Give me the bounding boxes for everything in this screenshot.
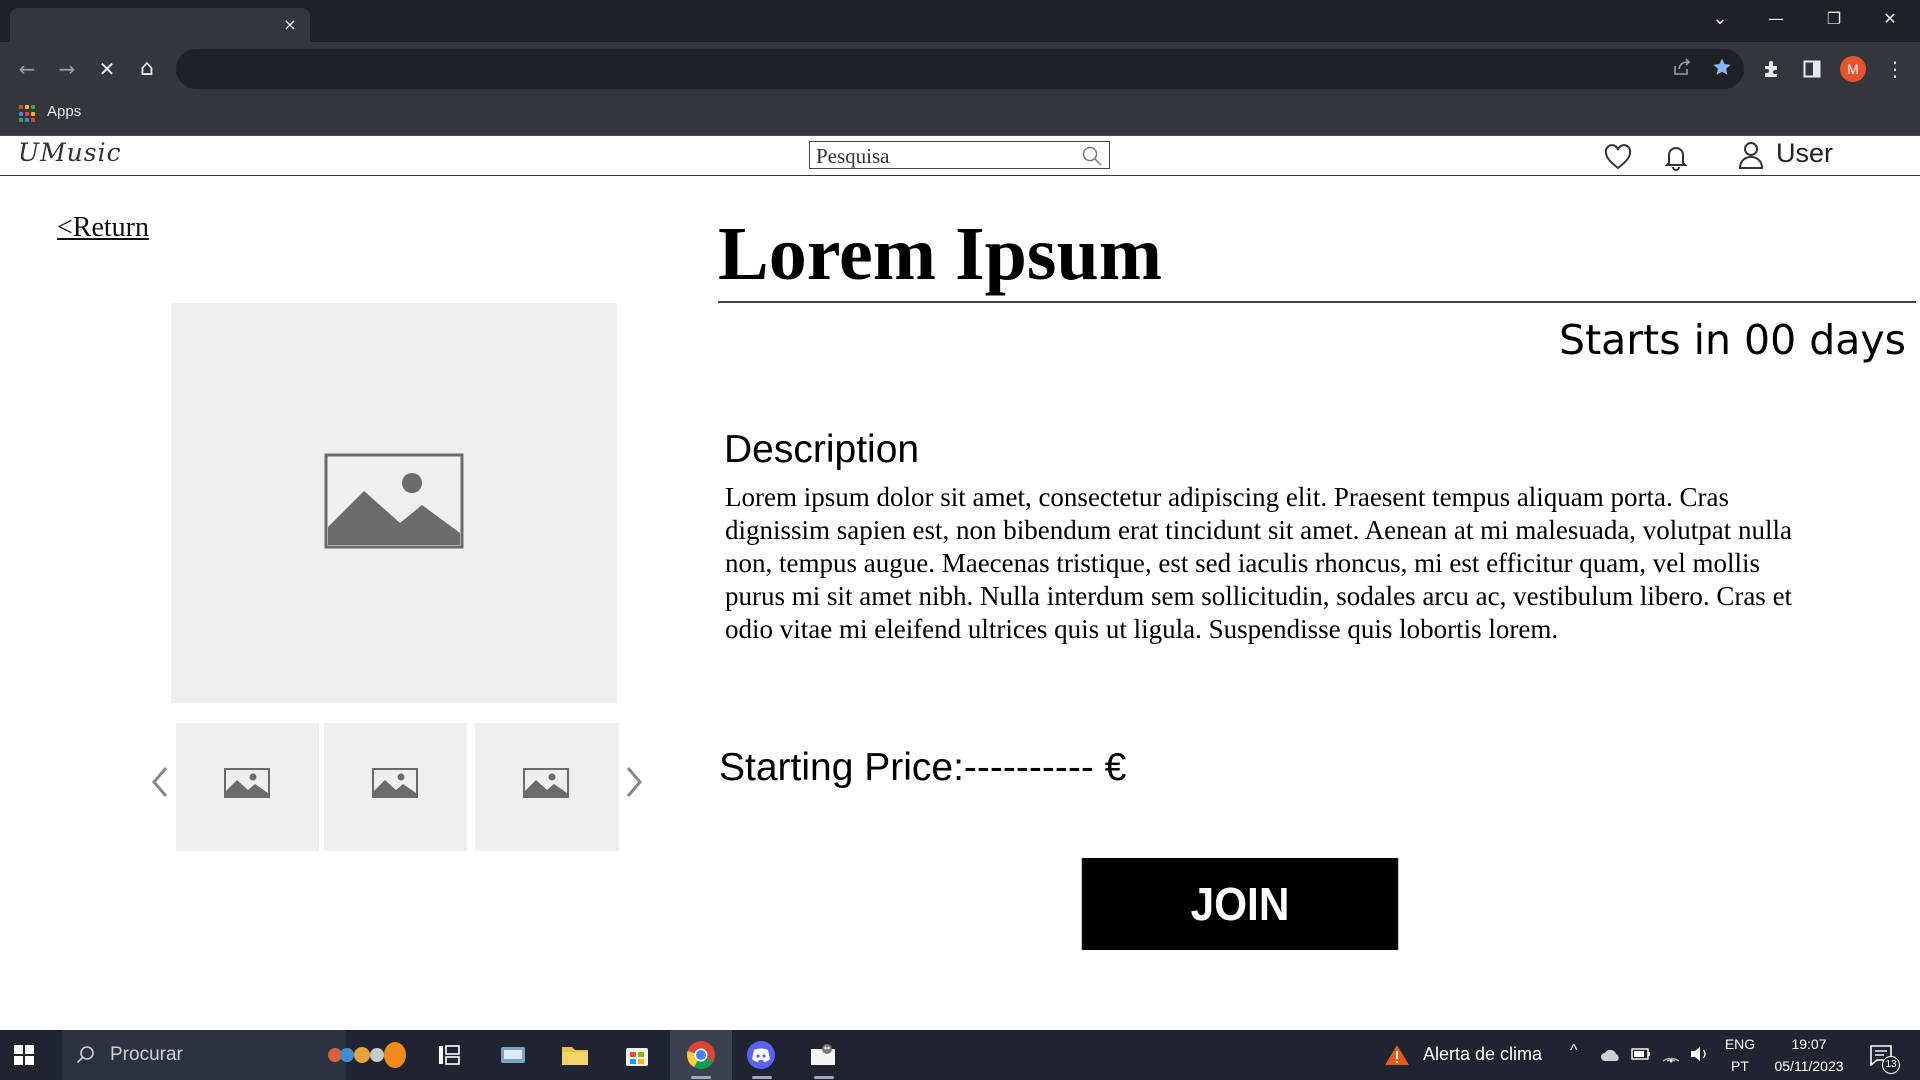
file-explorer-icon[interactable] <box>559 1039 591 1071</box>
profile-avatar[interactable]: M <box>1840 56 1866 82</box>
search-box[interactable] <box>809 141 1110 169</box>
description-text: Lorem ipsum dolor sit amet, consectetur … <box>725 482 1793 644</box>
apps-bookmark[interactable]: Apps <box>47 103 81 120</box>
address-bar[interactable] <box>176 49 1744 89</box>
media-app-icon[interactable] <box>807 1039 839 1071</box>
search-icon <box>76 1046 94 1064</box>
thumbnail-2[interactable] <box>324 723 467 851</box>
extensions-icon[interactable] <box>1757 54 1787 84</box>
apps-grid-icon[interactable] <box>19 105 37 123</box>
notification-count-badge: 13 <box>1882 1056 1900 1074</box>
starts-in-countdown: Starts in 00 days <box>1559 316 1906 364</box>
share-icon[interactable] <box>1670 57 1694 81</box>
language-top[interactable]: ENG <box>1724 1036 1756 1052</box>
side-panel-icon[interactable] <box>1797 54 1827 84</box>
back-icon[interactable]: ← <box>12 54 42 84</box>
search-input[interactable] <box>816 143 1066 169</box>
chrome-icon[interactable] <box>685 1039 717 1071</box>
browser-titlebar: × ⌄ — ❐ ✕ <box>0 0 1920 42</box>
language-bottom[interactable]: PT <box>1724 1058 1756 1074</box>
weather-alert-label[interactable]: Alerta de clima <box>1423 1044 1542 1065</box>
microsoft-store-icon[interactable] <box>621 1039 653 1071</box>
carousel-prev-icon[interactable] <box>146 762 172 802</box>
bell-icon[interactable] <box>1661 142 1691 172</box>
return-link[interactable]: <Return <box>57 212 149 244</box>
clock-date[interactable]: 05/11/2023 <box>1766 1058 1852 1074</box>
bookmarks-bar <box>0 96 1920 136</box>
starting-price: Starting Price:---------- € <box>719 746 1127 789</box>
search-icon[interactable] <box>1081 145 1103 167</box>
thumbnail-3[interactable] <box>475 723 619 851</box>
web-page: UMusic User <Return Lorem Ipsum Starts i… <box>0 136 1920 1030</box>
carousel-next-icon[interactable] <box>622 762 648 802</box>
join-button[interactable]: JOIN <box>1081 858 1399 950</box>
heart-icon[interactable] <box>1603 142 1633 172</box>
search-highlight-icon <box>328 1038 406 1072</box>
explorer-drive-icon[interactable] <box>497 1039 529 1071</box>
image-icon <box>523 768 569 798</box>
task-view-icon[interactable] <box>433 1039 465 1071</box>
media-running-indicator <box>814 1076 834 1079</box>
site-header: UMusic User <box>0 136 1920 176</box>
image-icon <box>224 768 270 798</box>
title-divider <box>718 301 1916 303</box>
forward-icon[interactable]: → <box>52 54 82 84</box>
site-logo[interactable]: UMusic <box>18 138 122 167</box>
discord-icon[interactable] <box>745 1039 777 1071</box>
discord-running-indicator <box>752 1076 772 1079</box>
browser-toolbar: ← → ✕ ⌂ ⋮ <box>0 42 1920 96</box>
tray-overflow-icon[interactable]: ^ <box>1570 1042 1578 1060</box>
description-heading: Description <box>724 428 920 471</box>
thumbnail-1[interactable] <box>176 723 319 851</box>
home-icon[interactable]: ⌂ <box>132 54 162 84</box>
user-icon[interactable] <box>1738 140 1764 170</box>
clock-time[interactable]: 19:07 <box>1766 1036 1852 1052</box>
onedrive-icon[interactable] <box>1600 1046 1622 1064</box>
tab-close-icon[interactable]: × <box>280 15 300 35</box>
windows-taskbar: Procurar Alerta de clima ^ ENG PT 19:07 … <box>0 1030 1920 1080</box>
image-icon <box>324 453 464 549</box>
windows-start-icon[interactable] <box>14 1045 34 1065</box>
window-close-icon[interactable]: ✕ <box>1864 0 1916 38</box>
menu-icon[interactable]: ⋮ <box>1880 54 1910 84</box>
browser-tab[interactable]: × <box>10 8 310 42</box>
taskbar-search[interactable] <box>62 1030 406 1080</box>
bookmark-star-icon[interactable] <box>1710 57 1734 81</box>
taskbar-search-label[interactable]: Procurar <box>110 1044 183 1066</box>
minimize-icon[interactable]: — <box>1750 0 1802 38</box>
tab-search-icon[interactable]: ⌄ <box>1694 0 1746 38</box>
user-label[interactable]: User <box>1776 138 1833 169</box>
weather-alert-icon[interactable] <box>1384 1043 1410 1067</box>
chrome-running-indicator <box>691 1076 711 1079</box>
battery-icon[interactable] <box>1631 1047 1651 1061</box>
event-title: Lorem Ipsum <box>718 212 1163 296</box>
volume-icon[interactable] <box>1689 1045 1709 1063</box>
stop-loading-icon[interactable]: ✕ <box>92 54 122 84</box>
main-image-placeholder <box>171 303 617 703</box>
image-icon <box>372 768 418 798</box>
network-icon[interactable] <box>1661 1045 1681 1063</box>
restore-icon[interactable]: ❐ <box>1808 0 1860 38</box>
